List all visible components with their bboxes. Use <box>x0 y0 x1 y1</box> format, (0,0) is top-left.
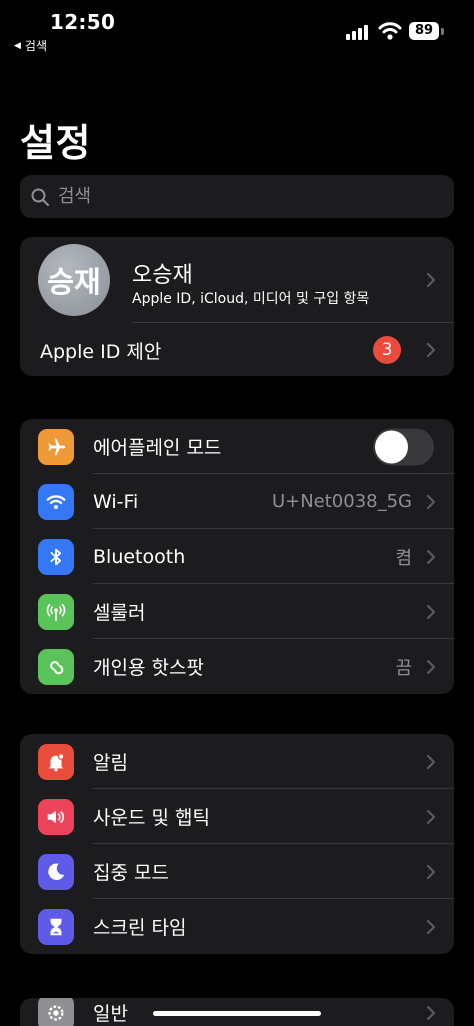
settings-row-notifications[interactable]: 알림 <box>20 734 454 789</box>
search-input[interactable] <box>58 186 438 207</box>
settings-row-cellular[interactable]: 셀룰러 <box>20 584 454 639</box>
bell-icon <box>38 743 74 780</box>
status-bar: 12:50 ◀ 검색 89 <box>0 0 474 60</box>
row-label: 스크린 타임 <box>93 917 187 939</box>
row-value: 끔 <box>395 657 412 679</box>
settings-row-airplane-mode[interactable]: 에어플레인 모드 <box>20 419 454 474</box>
settings-row-bluetooth[interactable]: Bluetooth 켬 <box>20 529 454 584</box>
battery-cap <box>441 28 444 35</box>
status-time: 12:50 <box>50 10 116 34</box>
toggle-knob <box>375 430 408 463</box>
row-value: U+Net0038_5G <box>271 491 412 512</box>
settings-row-personal-hotspot[interactable]: 개인용 핫스팟 끔 <box>20 639 454 694</box>
chevron-right-icon <box>426 864 436 879</box>
settings-row-focus[interactable]: 집중 모드 <box>20 844 454 899</box>
moon-icon <box>38 853 74 890</box>
speaker-icon <box>38 798 74 835</box>
chevron-right-icon <box>426 494 436 509</box>
settings-row-sounds-haptics[interactable]: 사운드 및 햅틱 <box>20 789 454 844</box>
chevron-right-icon <box>426 754 436 769</box>
chevron-right-icon <box>426 809 436 824</box>
chevron-right-icon <box>426 342 436 357</box>
cellular-signal-icon <box>346 24 372 40</box>
chevron-right-icon <box>426 659 436 674</box>
settings-row-wifi[interactable]: Wi-Fi U+Net0038_5G <box>20 474 454 529</box>
profile-name: 오승재 <box>132 263 193 288</box>
connectivity-group: 에어플레인 모드 Wi-Fi U+Net0038_5G Bluetooth 켬 <box>20 419 454 694</box>
apple-id-suggestions-row[interactable]: Apple ID 제안 3 <box>20 323 454 376</box>
wifi-icon <box>38 483 74 520</box>
account-group: 승재 오승재 Apple ID, iCloud, 미디어 및 구입 항목 App… <box>20 237 454 376</box>
apple-id-profile-row[interactable]: 승재 오승재 Apple ID, iCloud, 미디어 및 구입 항목 <box>20 237 454 323</box>
back-link-label: 검색 <box>24 39 48 53</box>
hotspot-icon <box>38 648 74 685</box>
airplane-mode-toggle[interactable] <box>373 428 434 465</box>
row-label: 개인용 핫스팟 <box>93 657 204 679</box>
battery-indicator: 89 <box>409 22 439 40</box>
row-label: Bluetooth <box>93 545 186 568</box>
row-label: 에어플레인 모드 <box>93 437 222 459</box>
row-label: 알림 <box>93 752 128 774</box>
row-label: 집중 모드 <box>93 862 169 884</box>
notifications-group: 알림 사운드 및 햅틱 집중 모드 스크린 타임 <box>20 734 454 954</box>
settings-row-screen-time[interactable]: 스크린 타임 <box>20 899 454 954</box>
airplane-icon <box>38 428 74 465</box>
back-triangle-icon: ◀ <box>14 40 21 51</box>
row-label: 사운드 및 햅틱 <box>93 807 210 829</box>
row-label: 셀룰러 <box>93 602 146 624</box>
hourglass-icon <box>38 908 74 945</box>
back-to-search-link[interactable]: ◀ 검색 <box>14 37 47 54</box>
chevron-right-icon <box>426 549 436 564</box>
chevron-right-icon <box>426 272 436 288</box>
chevron-right-icon <box>426 604 436 619</box>
cellular-icon <box>38 593 74 630</box>
notification-badge: 3 <box>373 336 401 364</box>
profile-subtitle: Apple ID, iCloud, 미디어 및 구입 항목 <box>132 291 370 307</box>
suggestions-label: Apple ID 제안 <box>40 341 162 363</box>
search-icon <box>31 188 50 206</box>
row-value: 켬 <box>395 547 412 569</box>
page-title: 설정 <box>20 121 91 165</box>
gear-icon <box>38 998 74 1026</box>
search-bar[interactable] <box>20 175 454 218</box>
row-label: Wi-Fi <box>93 490 139 513</box>
row-label: 일반 <box>93 1003 128 1025</box>
chevron-right-icon <box>426 1005 436 1020</box>
wifi-status-icon <box>378 22 402 40</box>
bluetooth-icon <box>38 538 74 575</box>
home-indicator[interactable] <box>153 1011 321 1016</box>
avatar: 승재 <box>38 244 110 316</box>
chevron-right-icon <box>426 919 436 934</box>
